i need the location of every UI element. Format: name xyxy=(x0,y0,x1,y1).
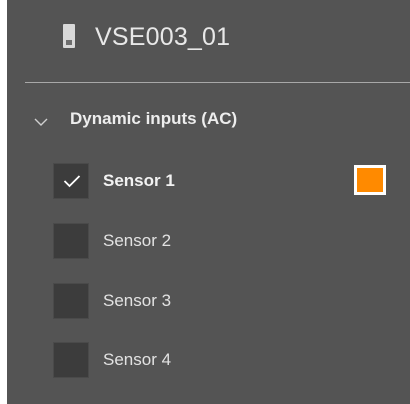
device-module-icon xyxy=(63,24,75,48)
checkmark-icon xyxy=(63,175,81,188)
device-header: VSE003_01 xyxy=(7,22,410,68)
group-label: Dynamic inputs (AC) xyxy=(70,109,238,128)
sensor-row-2[interactable]: Sensor 2 xyxy=(7,223,410,263)
sensor-4-label: Sensor 4 xyxy=(103,350,172,369)
sensor-1-color-swatch[interactable] xyxy=(354,165,386,195)
sensor-panel: VSE003_01 Dynamic inputs (AC) Sensor 1 S… xyxy=(7,0,410,404)
device-name: VSE003_01 xyxy=(95,23,231,51)
chevron-down-icon[interactable] xyxy=(34,114,48,126)
sensor-1-color-fill xyxy=(357,168,383,192)
sensor-row-1[interactable]: Sensor 1 xyxy=(7,163,410,203)
sensor-3-checkbox[interactable] xyxy=(53,283,89,319)
divider xyxy=(25,82,410,83)
sensor-1-label: Sensor 1 xyxy=(103,171,175,190)
sensor-2-label: Sensor 2 xyxy=(103,231,172,250)
sensor-1-checkbox[interactable] xyxy=(53,163,89,199)
sensor-4-checkbox[interactable] xyxy=(53,342,89,378)
sensor-row-4[interactable]: Sensor 4 xyxy=(7,342,410,382)
sensor-2-checkbox[interactable] xyxy=(53,223,89,259)
sensor-3-label: Sensor 3 xyxy=(103,291,172,310)
group-dynamic-inputs[interactable]: Dynamic inputs (AC) xyxy=(7,104,410,138)
sensor-row-3[interactable]: Sensor 3 xyxy=(7,283,410,323)
